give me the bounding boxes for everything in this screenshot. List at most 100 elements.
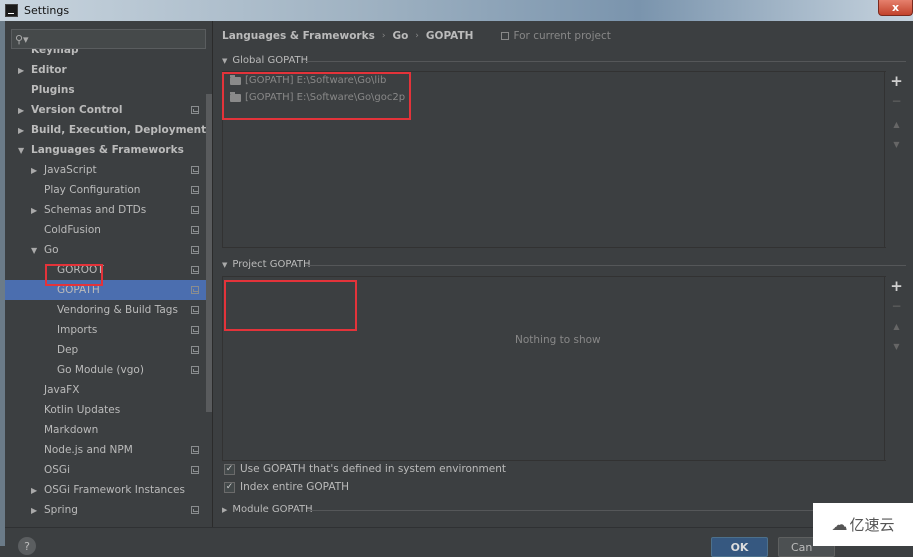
expand-triangle-icon: ▼ [222, 260, 228, 269]
window-title: Settings [24, 4, 70, 17]
section-divider [305, 265, 906, 266]
sidebar-item-label: JavaFX [44, 384, 80, 396]
move-down-icon[interactable]: ▼ [885, 342, 908, 351]
collapsed-arrow-icon[interactable]: ▶ [31, 166, 41, 175]
project-scope-icon [191, 366, 199, 374]
project-scope-icon [191, 106, 199, 114]
project-gopath-header[interactable]: ▼ Project GOPATH [222, 259, 311, 270]
scope-indicator: For current project [501, 30, 611, 42]
sidebar-item-version-control[interactable]: ▶ Version Control [5, 100, 206, 120]
sidebar-item-go[interactable]: ▼ Go [5, 240, 206, 260]
sidebar-item-markdown[interactable]: Markdown [5, 420, 206, 440]
global-gopath-header[interactable]: ▼ Global GOPATH [222, 55, 308, 66]
project-scope-icon [191, 266, 199, 274]
project-gopath-toolbar: + − ▲ ▼ [884, 277, 907, 460]
move-up-icon[interactable]: ▲ [885, 120, 908, 129]
project-scope-icon [191, 506, 199, 514]
scope-label: For current project [513, 30, 611, 42]
expanded-arrow-icon[interactable]: ▼ [31, 246, 41, 255]
sidebar-item-play-configuration[interactable]: Play Configuration [5, 180, 206, 200]
sidebar-item-label: Kotlin Updates [44, 404, 121, 416]
sidebar-item-keymap[interactable]: Keymap [5, 49, 206, 60]
collapsed-arrow-icon[interactable]: ▶ [18, 106, 28, 115]
sidebar-item-osgi-framework-instances[interactable]: ▶ OSGi Framework Instances [5, 480, 206, 500]
search-input[interactable]: ⚲▾ [11, 29, 206, 49]
move-up-icon[interactable]: ▲ [885, 322, 908, 331]
sidebar-item-label: OSGi [44, 464, 70, 476]
collapsed-arrow-icon[interactable]: ▶ [31, 486, 41, 495]
sidebar-item-languages-frameworks[interactable]: ▼ Languages & Frameworks [5, 140, 206, 160]
sidebar-item-editor[interactable]: ▶ Editor [5, 60, 206, 80]
sidebar-item-spring[interactable]: ▶ Spring [5, 500, 206, 520]
sidebar-item-label: Schemas and DTDs [44, 204, 147, 216]
sidebar-item-label: Keymap [31, 49, 79, 56]
sidebar-item-goroot[interactable]: GOROOT [5, 260, 206, 280]
sidebar-item-label: Spring [44, 504, 78, 516]
collapsed-arrow-icon[interactable]: ▶ [31, 206, 41, 215]
project-scope-icon [191, 346, 199, 354]
gopath-highlight-box [45, 264, 103, 286]
sidebar-item-gopath[interactable]: GOPATH [5, 280, 206, 300]
sidebar-item-build-execution-deployment[interactable]: ▶ Build, Execution, Deployment [5, 120, 206, 140]
close-button[interactable]: x [878, 0, 913, 16]
project-scope-icon [191, 326, 199, 334]
global-gopath-title: Global GOPATH [232, 55, 309, 66]
ok-button[interactable]: OK [711, 537, 768, 557]
checkbox-label: Use GOPATH that's defined in system envi… [240, 463, 506, 475]
sidebar-item-plugins[interactable]: Plugins [5, 80, 206, 100]
splitter[interactable] [212, 21, 213, 527]
sidebar-item-label: Imports [57, 324, 98, 336]
breadcrumb: Languages & Frameworks › Go › GOPATH For… [222, 30, 611, 42]
search-icon: ⚲▾ [15, 32, 29, 46]
checkbox-checked-icon[interactable]: ✓ [224, 481, 235, 493]
watermark: ☁ 亿速云 [813, 503, 913, 546]
sidebar-item-go-module-vgo[interactable]: Go Module (vgo) [5, 360, 206, 380]
use-system-gopath-checkbox[interactable]: ✓ Use GOPATH that's defined in system en… [224, 463, 506, 475]
empty-list-text: Nothing to show [515, 334, 601, 346]
cloud-logo-icon: ☁ [831, 515, 848, 534]
sidebar-item-osgi[interactable]: OSGi [5, 460, 206, 480]
collapsed-arrow-icon[interactable]: ▶ [18, 66, 28, 75]
watermark-text: 亿速云 [849, 516, 895, 534]
sidebar-item-kotlin-updates[interactable]: Kotlin Updates [5, 400, 206, 420]
checkbox-checked-icon[interactable]: ✓ [224, 463, 235, 475]
project-scope-icon [501, 32, 510, 40]
expand-triangle-icon: ▼ [222, 56, 228, 65]
footer-divider [5, 527, 913, 528]
add-icon[interactable]: + [885, 277, 908, 295]
sidebar-item-javafx[interactable]: JavaFX [5, 380, 206, 400]
help-button[interactable]: ? [18, 537, 36, 555]
collapsed-arrow-icon[interactable]: ▶ [18, 126, 28, 135]
remove-icon[interactable]: − [885, 94, 908, 108]
collapsed-arrow-icon[interactable]: ▶ [31, 506, 41, 515]
breadcrumb-gopath: GOPATH [425, 30, 474, 42]
project-scope-icon [191, 206, 199, 214]
add-icon[interactable]: + [885, 72, 908, 90]
sidebar-item-vendoring-build-tags[interactable]: Vendoring & Build Tags [5, 300, 206, 320]
sidebar-item-imports[interactable]: Imports [5, 320, 206, 340]
project-gopath-highlight-box [224, 280, 357, 331]
index-entire-gopath-checkbox[interactable]: ✓ Index entire GOPATH [224, 481, 349, 493]
breadcrumb-separator: › [415, 31, 419, 41]
project-scope-icon [191, 286, 199, 294]
project-scope-icon [191, 306, 199, 314]
global-gopath-toolbar: + − ▲ ▼ [884, 72, 907, 247]
sidebar-item-javascript[interactable]: ▶ JavaScript [5, 160, 206, 180]
expanded-arrow-icon[interactable]: ▼ [18, 146, 28, 155]
sidebar-item-dep[interactable]: Dep [5, 340, 206, 360]
sidebar-item-label: OSGi Framework Instances [44, 484, 185, 496]
sidebar-item-label: Editor [31, 64, 67, 76]
sidebar-item-coldfusion[interactable]: ColdFusion [5, 220, 206, 240]
settings-tree: Keymap ▶ Editor Plugins ▶ Version Control ▶ Bui… [5, 49, 206, 527]
project-scope-icon [191, 186, 199, 194]
sidebar-item-schemas-and-dtds[interactable]: ▶ Schemas and DTDs [5, 200, 206, 220]
project-scope-icon [191, 466, 199, 474]
module-gopath-title: Module GOPATH [232, 504, 313, 515]
module-gopath-header[interactable]: ▶ Module GOPATH [222, 504, 313, 515]
sidebar-item-label: Node.js and NPM [44, 444, 133, 456]
project-scope-icon [191, 226, 199, 234]
remove-icon[interactable]: − [885, 299, 908, 313]
sidebar-item-node-js-and-npm[interactable]: Node.js and NPM [5, 440, 206, 460]
sidebar-item-label: Go Module (vgo) [57, 364, 144, 376]
move-down-icon[interactable]: ▼ [885, 140, 908, 149]
